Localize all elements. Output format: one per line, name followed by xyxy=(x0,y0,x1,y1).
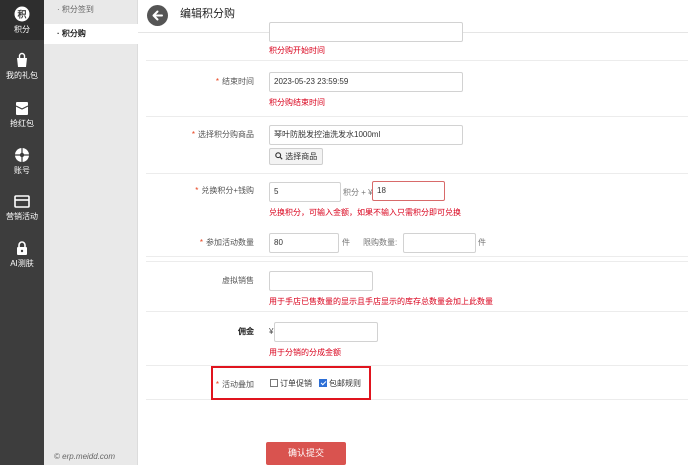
iconbar-label: 我的礼包 xyxy=(6,71,38,80)
arrow-left-icon xyxy=(152,10,163,21)
exchange-label: * 兑换积分+钱购 xyxy=(195,186,254,195)
participants-input[interactable]: 80 xyxy=(269,233,339,253)
svg-text:积: 积 xyxy=(17,9,26,21)
purchase-limit-input[interactable] xyxy=(403,233,476,253)
iconbar-label: AI测肤 xyxy=(10,259,34,268)
copyright-text: © erp.meidd.com xyxy=(54,452,116,461)
start-time-input[interactable] xyxy=(269,22,463,42)
exchange-money-input[interactable]: 18 xyxy=(372,181,445,201)
participants-unit: 件 xyxy=(342,238,350,247)
ai-skin-test-icon xyxy=(17,241,27,255)
gift-bag-icon xyxy=(17,52,27,67)
virtual-sales-label: 虚拟销售 xyxy=(222,276,254,285)
form-row-virtual-sales: 虚拟销售 用于手店已售数量的显示且手店显示的库存总数量会加上此数量 xyxy=(146,261,688,312)
iconbar-item-points[interactable]: 积 积分 xyxy=(0,0,44,40)
form-row-commission: 佣金 ¥ 用于分销的分成金额 xyxy=(146,312,688,366)
start-time-hint: 积分购开始时间 xyxy=(269,46,325,55)
select-product-label: 选择商品 xyxy=(285,152,318,161)
virtual-sales-hint: 用于手店已售数量的显示且手店显示的库存总数量会加上此数量 xyxy=(269,297,493,306)
iconbar-item-account[interactable]: 账号 xyxy=(0,147,44,176)
subnav-item-points-purchase[interactable]: · 积分购 xyxy=(44,24,138,44)
exchange-hint: 兑换积分，可输入金额，如果不输入只需积分即可兑换 xyxy=(269,208,461,217)
required-star: * xyxy=(215,77,219,86)
iconbar-item-ai-skin-test[interactable]: AI测肤 xyxy=(0,240,44,269)
search-icon xyxy=(275,152,283,160)
iconbar-label: 营销活动 xyxy=(6,212,38,221)
required-star: * xyxy=(199,238,203,247)
select-product-button[interactable]: 选择商品 xyxy=(269,148,324,165)
edit-form: 积分购开始时间 * 结束时间 2023-05-23 23:59:59 积分购结束时… xyxy=(146,22,688,465)
account-icon xyxy=(15,148,29,162)
product-label: * 选择积分购商品 xyxy=(191,130,254,139)
form-row-start-time: 积分购开始时间 xyxy=(146,22,688,61)
marketing-icon xyxy=(14,195,30,208)
highlight-annotation-box xyxy=(211,366,371,400)
commission-hint: 用于分销的分成金额 xyxy=(269,348,341,357)
form-row-participants: * 参加活动数量 80 件 限购数量: 件 xyxy=(146,224,688,261)
purchase-limit-label: 限购数量: xyxy=(363,238,398,247)
virtual-sales-input[interactable] xyxy=(269,271,373,291)
commission-prefix: ¥ xyxy=(269,327,274,336)
iconbar-item-gift-bag[interactable]: 我的礼包 xyxy=(0,52,44,81)
purchase-limit-unit: 件 xyxy=(478,238,486,247)
points-icon: 积 xyxy=(14,6,30,22)
form-row-product: * 选择积分购商品 琴叶防脱发控油洗发水1000ml 选择商品 xyxy=(146,117,688,174)
red-packet-icon xyxy=(15,102,29,115)
iconbar-label: 积分 xyxy=(14,25,30,34)
iconbar-item-marketing[interactable]: 营销活动 xyxy=(0,193,44,222)
end-time-label: * 结束时间 xyxy=(215,77,254,86)
exchange-points-input[interactable]: 5 xyxy=(269,182,341,202)
commission-input[interactable] xyxy=(274,322,378,342)
product-input[interactable]: 琴叶防脱发控油洗发水1000ml xyxy=(269,125,463,145)
end-time-hint: 积分购结束时间 xyxy=(269,98,325,107)
end-time-input[interactable]: 2023-05-23 23:59:59 xyxy=(269,72,463,92)
required-star: * xyxy=(195,186,199,195)
participants-label: * 参加活动数量 xyxy=(199,238,254,247)
sub-navigation: · 积分签到 · 积分购 © erp.meidd.com xyxy=(44,0,138,465)
commission-label: 佣金 xyxy=(238,327,254,336)
iconbar-label: 账号 xyxy=(14,166,30,175)
iconbar-item-red-packet[interactable]: 抢红包 xyxy=(0,100,44,129)
iconbar-label: 抢红包 xyxy=(10,119,34,128)
page-title: 编辑积分购 xyxy=(180,8,235,20)
exchange-points-unit: 积分 + ¥ xyxy=(343,188,373,197)
back-button[interactable] xyxy=(147,5,168,26)
required-star: * xyxy=(191,130,195,139)
submit-button[interactable]: 确认提交 xyxy=(266,442,346,465)
form-row-end-time: * 结束时间 2023-05-23 23:59:59 积分购结束时间 xyxy=(146,61,688,117)
main-icon-sidebar: 积 积分 我的礼包 抢红包 账号 营销活动 AI测肤 xyxy=(0,0,44,465)
subnav-item-points-checkin[interactable]: · 积分签到 xyxy=(44,0,138,20)
